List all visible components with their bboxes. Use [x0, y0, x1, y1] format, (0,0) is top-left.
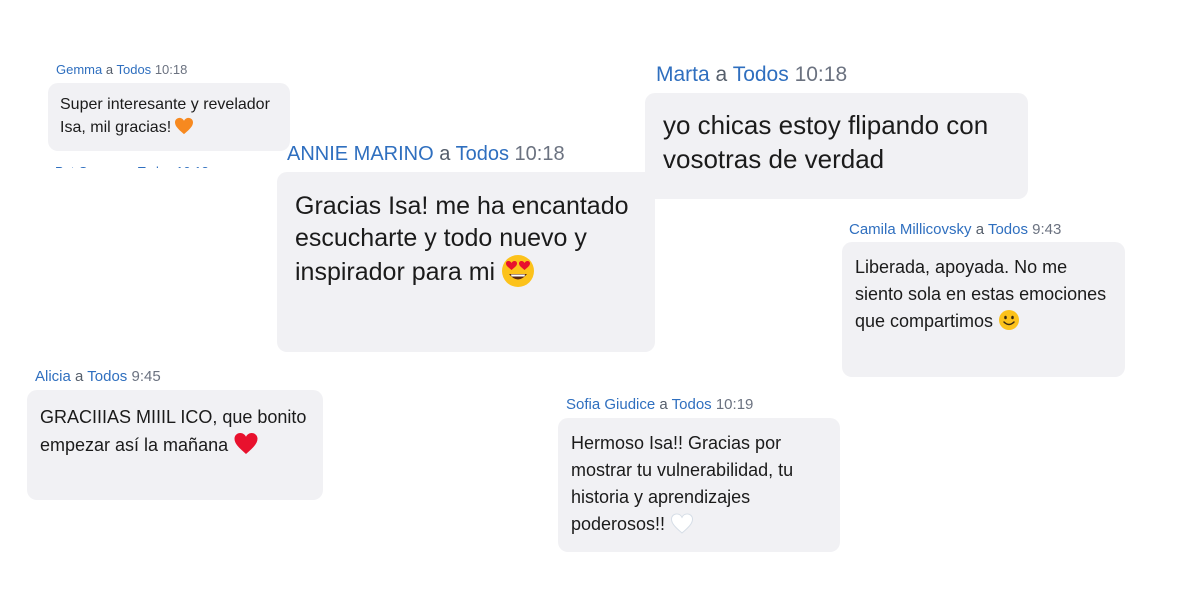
- recipient: Todos: [671, 396, 712, 413]
- message-header: Gemma a Todos 10:18: [56, 62, 188, 77]
- message-bubble: Hermoso Isa!! Gracias por mostrar tu vul…: [558, 418, 840, 552]
- orange-heart-icon: [174, 117, 194, 135]
- smiling-face-icon: [998, 309, 1020, 331]
- recipient: Todos: [116, 62, 152, 77]
- sender-name[interactable]: Sofia Giudice: [566, 396, 655, 413]
- sender-name[interactable]: Camila Millicovsky: [849, 221, 972, 238]
- sender-name[interactable]: Alicia: [35, 368, 71, 385]
- message-bubble: GRACIIIAS MIIIL ICO, que bonito empezar …: [27, 390, 323, 500]
- message-text: Super interesante y revelador Isa, mil g…: [60, 95, 270, 136]
- chat-message: Alicia a Todos 9:45 GRACIIIAS MIIIL ICO,…: [27, 368, 323, 500]
- message-header: Marta a Todos 10:18: [656, 63, 848, 86]
- message-header: Camila Millicovsky a Todos 9:43: [849, 221, 1062, 238]
- message-text: yo chicas estoy flipando con vosotras de…: [663, 110, 989, 175]
- message-bubble: Gracias Isa! me ha encantado escucharte …: [277, 172, 655, 352]
- chat-message: Marta a Todos 10:18 yo chicas estoy flip…: [645, 62, 1028, 200]
- message-bubble: Liberada, apoyada. No me siento sola en …: [842, 242, 1125, 377]
- heart-eyes-emoji-icon: [501, 254, 535, 288]
- sender-name[interactable]: ANNIE MARINO: [287, 143, 434, 165]
- timestamp: 9:43: [1032, 221, 1062, 238]
- message-header: Sofia Giudice a Todos 10:19: [566, 396, 754, 413]
- timestamp: 10:19: [715, 396, 754, 413]
- white-heart-icon: [670, 513, 694, 534]
- message-text: Gracias Isa! me ha encantado escucharte …: [295, 192, 629, 286]
- message-text: GRACIIIAS MIIIL ICO, que bonito empezar …: [40, 407, 307, 455]
- recipient: Todos: [87, 368, 128, 385]
- recipient: Todos: [732, 63, 789, 86]
- clipped-message-header: Pat Cannon a Todos 10:18: [55, 162, 255, 168]
- chat-message: Camila Millicovsky a Todos 9:43 Liberada…: [842, 221, 1125, 377]
- message-bubble: Super interesante y revelador Isa, mil g…: [48, 82, 290, 151]
- red-heart-icon: [233, 432, 259, 455]
- chat-message: Sofia Giudice a Todos 10:19 Hermoso Isa!…: [558, 396, 840, 552]
- sender-name[interactable]: Gemma: [56, 62, 102, 77]
- timestamp: 10:18: [514, 143, 565, 165]
- message-header: ANNIE MARINO a Todos 10:18: [287, 143, 565, 165]
- timestamp: 10:18: [154, 62, 188, 77]
- sender-name[interactable]: Marta: [656, 63, 710, 86]
- recipient: Todos: [987, 221, 1028, 238]
- timestamp: 10:18: [794, 63, 848, 86]
- message-text: Liberada, apoyada. No me siento sola en …: [855, 257, 1107, 331]
- message-header: Alicia a Todos 9:45: [35, 368, 161, 385]
- recipient: Todos: [455, 143, 509, 165]
- message-bubble: yo chicas estoy flipando con vosotras de…: [645, 93, 1028, 200]
- chat-message: ANNIE MARINO a Todos 10:18 Gracias Isa! …: [277, 142, 655, 352]
- chat-message: Gemma a Todos 10:18 Super interesante y …: [48, 62, 290, 151]
- timestamp: 9:45: [131, 368, 161, 385]
